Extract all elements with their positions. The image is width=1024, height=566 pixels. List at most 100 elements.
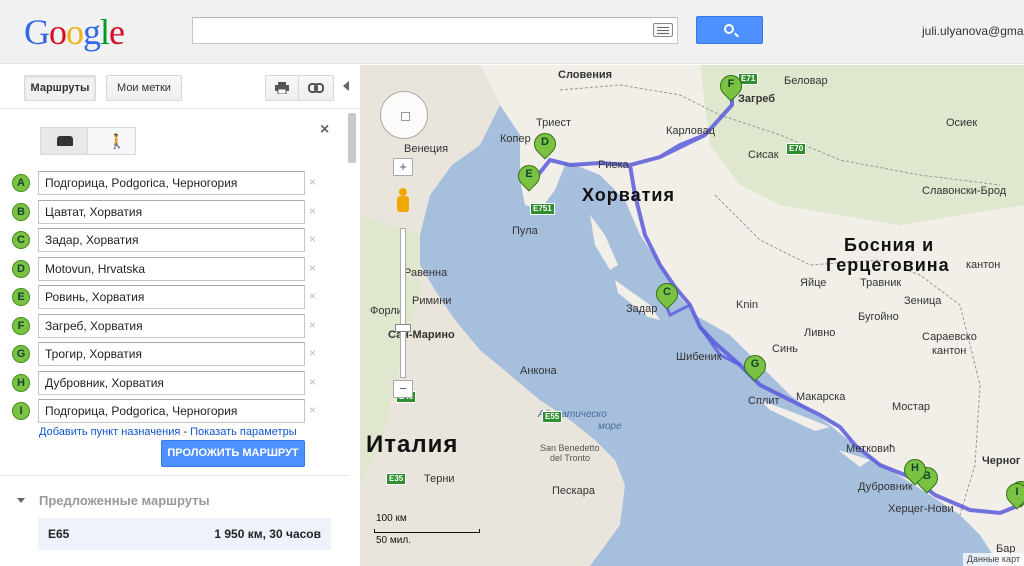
map-label-montenegro: Черног: [982, 455, 1021, 467]
pin-letter: H: [911, 462, 919, 474]
link-icon: [308, 83, 324, 93]
route-name: E65: [48, 527, 70, 541]
suggested-route-item[interactable]: E65 1 950 км, 30 часов: [38, 518, 331, 550]
map-label-karlovac: Карловац: [666, 125, 716, 137]
route-pin-e[interactable]: E: [513, 160, 545, 195]
waypoint-row: A Подгорица, Podgorica, Черногория ×: [0, 171, 340, 195]
map-label-trieste: Триест: [536, 117, 572, 129]
remove-waypoint-icon[interactable]: ×: [309, 346, 316, 360]
route-distance-time: 1 950 км, 30 часов: [214, 527, 321, 541]
waypoint-row: E Ровинь, Хорватия ×: [0, 285, 340, 309]
search-icon: [724, 24, 734, 34]
map-label-sarajevo-1: Сараевско: [922, 331, 977, 343]
zoom-slider-handle[interactable]: [395, 324, 411, 332]
remove-waypoint-icon[interactable]: ×: [309, 375, 316, 389]
waypoint-input[interactable]: Трогир, Хорватия: [38, 342, 305, 366]
walking-mode-button[interactable]: 🚶: [87, 127, 136, 155]
panel-scrollbar[interactable]: [348, 113, 356, 163]
waypoint-marker-icon[interactable]: D: [12, 260, 30, 278]
routes-button[interactable]: Маршруты: [24, 75, 96, 101]
divider: [0, 475, 348, 476]
route-pin-i[interactable]: I: [1001, 478, 1024, 513]
map-label-bosnia-1: Босния и: [844, 235, 935, 255]
link-button[interactable]: [298, 75, 334, 101]
waypoint-input[interactable]: Задар, Хорватия: [38, 228, 305, 252]
header: Google juli.ulyanova@gma: [0, 0, 1024, 64]
waypoint-input[interactable]: Дубровник, Хорватия: [38, 371, 305, 395]
remove-waypoint-icon[interactable]: ×: [309, 289, 316, 303]
waypoint-marker-icon[interactable]: E: [12, 288, 30, 306]
street-view-pegman-icon[interactable]: [396, 188, 410, 216]
waypoint-input[interactable]: Подгорица, Podgorica, Черногория: [38, 399, 305, 423]
user-account[interactable]: juli.ulyanova@gma: [922, 24, 1024, 38]
map-attribution[interactable]: Данные карт: [962, 553, 1024, 566]
waypoint-marker-icon[interactable]: H: [12, 374, 30, 392]
waypoint-marker-icon[interactable]: I: [12, 402, 30, 420]
map-label-sibenik: Шибеник: [676, 351, 722, 363]
route-pin-f[interactable]: F: [715, 70, 747, 105]
google-logo[interactable]: Google: [24, 12, 125, 52]
get-directions-button[interactable]: ПРОЛОЖИТЬ МАРШРУТ: [161, 440, 305, 467]
close-directions-icon[interactable]: ×: [320, 121, 329, 139]
waypoint-marker-icon[interactable]: B: [12, 203, 30, 221]
show-options-link[interactable]: Показать параметры: [190, 426, 297, 438]
map-label-zadar: Задар: [626, 303, 658, 315]
waypoint-input[interactable]: Motovun, Hrvatska: [38, 257, 305, 281]
zoom-in-button[interactable]: +: [393, 158, 413, 176]
map-label-slavonski-brod: Славонски-Брод: [922, 185, 1007, 197]
pin-letter: F: [727, 78, 735, 90]
route-pin-g[interactable]: G: [739, 350, 771, 385]
collapse-panel-icon[interactable]: [343, 81, 349, 91]
remove-waypoint-icon[interactable]: ×: [309, 403, 316, 417]
remove-waypoint-icon[interactable]: ×: [309, 318, 316, 332]
waypoint-marker-icon[interactable]: A: [12, 174, 30, 192]
remove-waypoint-icon[interactable]: ×: [309, 232, 316, 246]
waypoint-row: I Подгорица, Podgorica, Черногория ×: [0, 399, 340, 423]
road-shield: E70: [786, 143, 807, 155]
waypoint-marker-icon[interactable]: C: [12, 231, 30, 249]
waypoint-input[interactable]: Загреб, Хорватия: [38, 314, 305, 338]
map-label-split: Сплит: [748, 395, 780, 407]
map-label-bosnia-2: Герцеговина: [826, 255, 950, 275]
map-label-venice: Венеция: [404, 143, 449, 155]
pan-control[interactable]: [380, 91, 428, 139]
remove-waypoint-icon[interactable]: ×: [309, 261, 316, 275]
map-canvas[interactable]: Словения Триест Копер Риека Карловац Заг…: [360, 65, 1024, 566]
print-button[interactable]: [265, 75, 299, 101]
map-label-sarajevo-2: кантон: [932, 345, 967, 357]
map-label-italy: Италия: [366, 431, 459, 458]
route-pin-c[interactable]: C: [651, 278, 683, 313]
driving-mode-button[interactable]: [40, 127, 88, 155]
zoom-out-button[interactable]: −: [393, 380, 413, 398]
map-label-rijeka: Риека: [598, 159, 629, 171]
expand-triangle-icon[interactable]: [17, 498, 25, 503]
remove-waypoint-icon[interactable]: ×: [309, 204, 316, 218]
car-icon: [57, 136, 73, 146]
logo-letter: e: [109, 12, 125, 52]
remove-waypoint-icon[interactable]: ×: [309, 175, 316, 189]
my-places-button[interactable]: Мои метки: [106, 75, 182, 101]
map-label-herceg-novi: Херцег-Нови: [888, 503, 954, 515]
pin-letter: D: [541, 136, 549, 148]
search-button[interactable]: [696, 16, 763, 44]
road-shield: E751: [530, 203, 555, 215]
route-pin-h[interactable]: H: [899, 454, 931, 489]
waypoint-input[interactable]: Ровинь, Хорватия: [38, 285, 305, 309]
pin-letter: E: [525, 168, 533, 180]
search-input[interactable]: [192, 17, 678, 44]
link-separator: -: [180, 426, 191, 438]
waypoint-input[interactable]: Цавтат, Хорватия: [38, 200, 305, 224]
zoom-slider-track[interactable]: [400, 228, 406, 378]
add-destination-link[interactable]: Добавить пункт назначения: [39, 426, 180, 438]
route-pin-d[interactable]: D: [529, 128, 561, 163]
panel-toolbar: Маршруты Мои метки: [0, 65, 360, 109]
logo-letter: g: [83, 12, 101, 52]
logo-letter: l: [100, 12, 110, 52]
map-label-zenica: Зеница: [904, 295, 942, 307]
waypoint-marker-icon[interactable]: F: [12, 317, 30, 335]
map-label-pescara: Пескара: [552, 485, 595, 497]
pin-letter: C: [663, 286, 671, 298]
waypoint-marker-icon[interactable]: G: [12, 345, 30, 363]
keyboard-icon[interactable]: [653, 23, 673, 37]
waypoint-input[interactable]: Подгорица, Podgorica, Черногория: [38, 171, 305, 195]
